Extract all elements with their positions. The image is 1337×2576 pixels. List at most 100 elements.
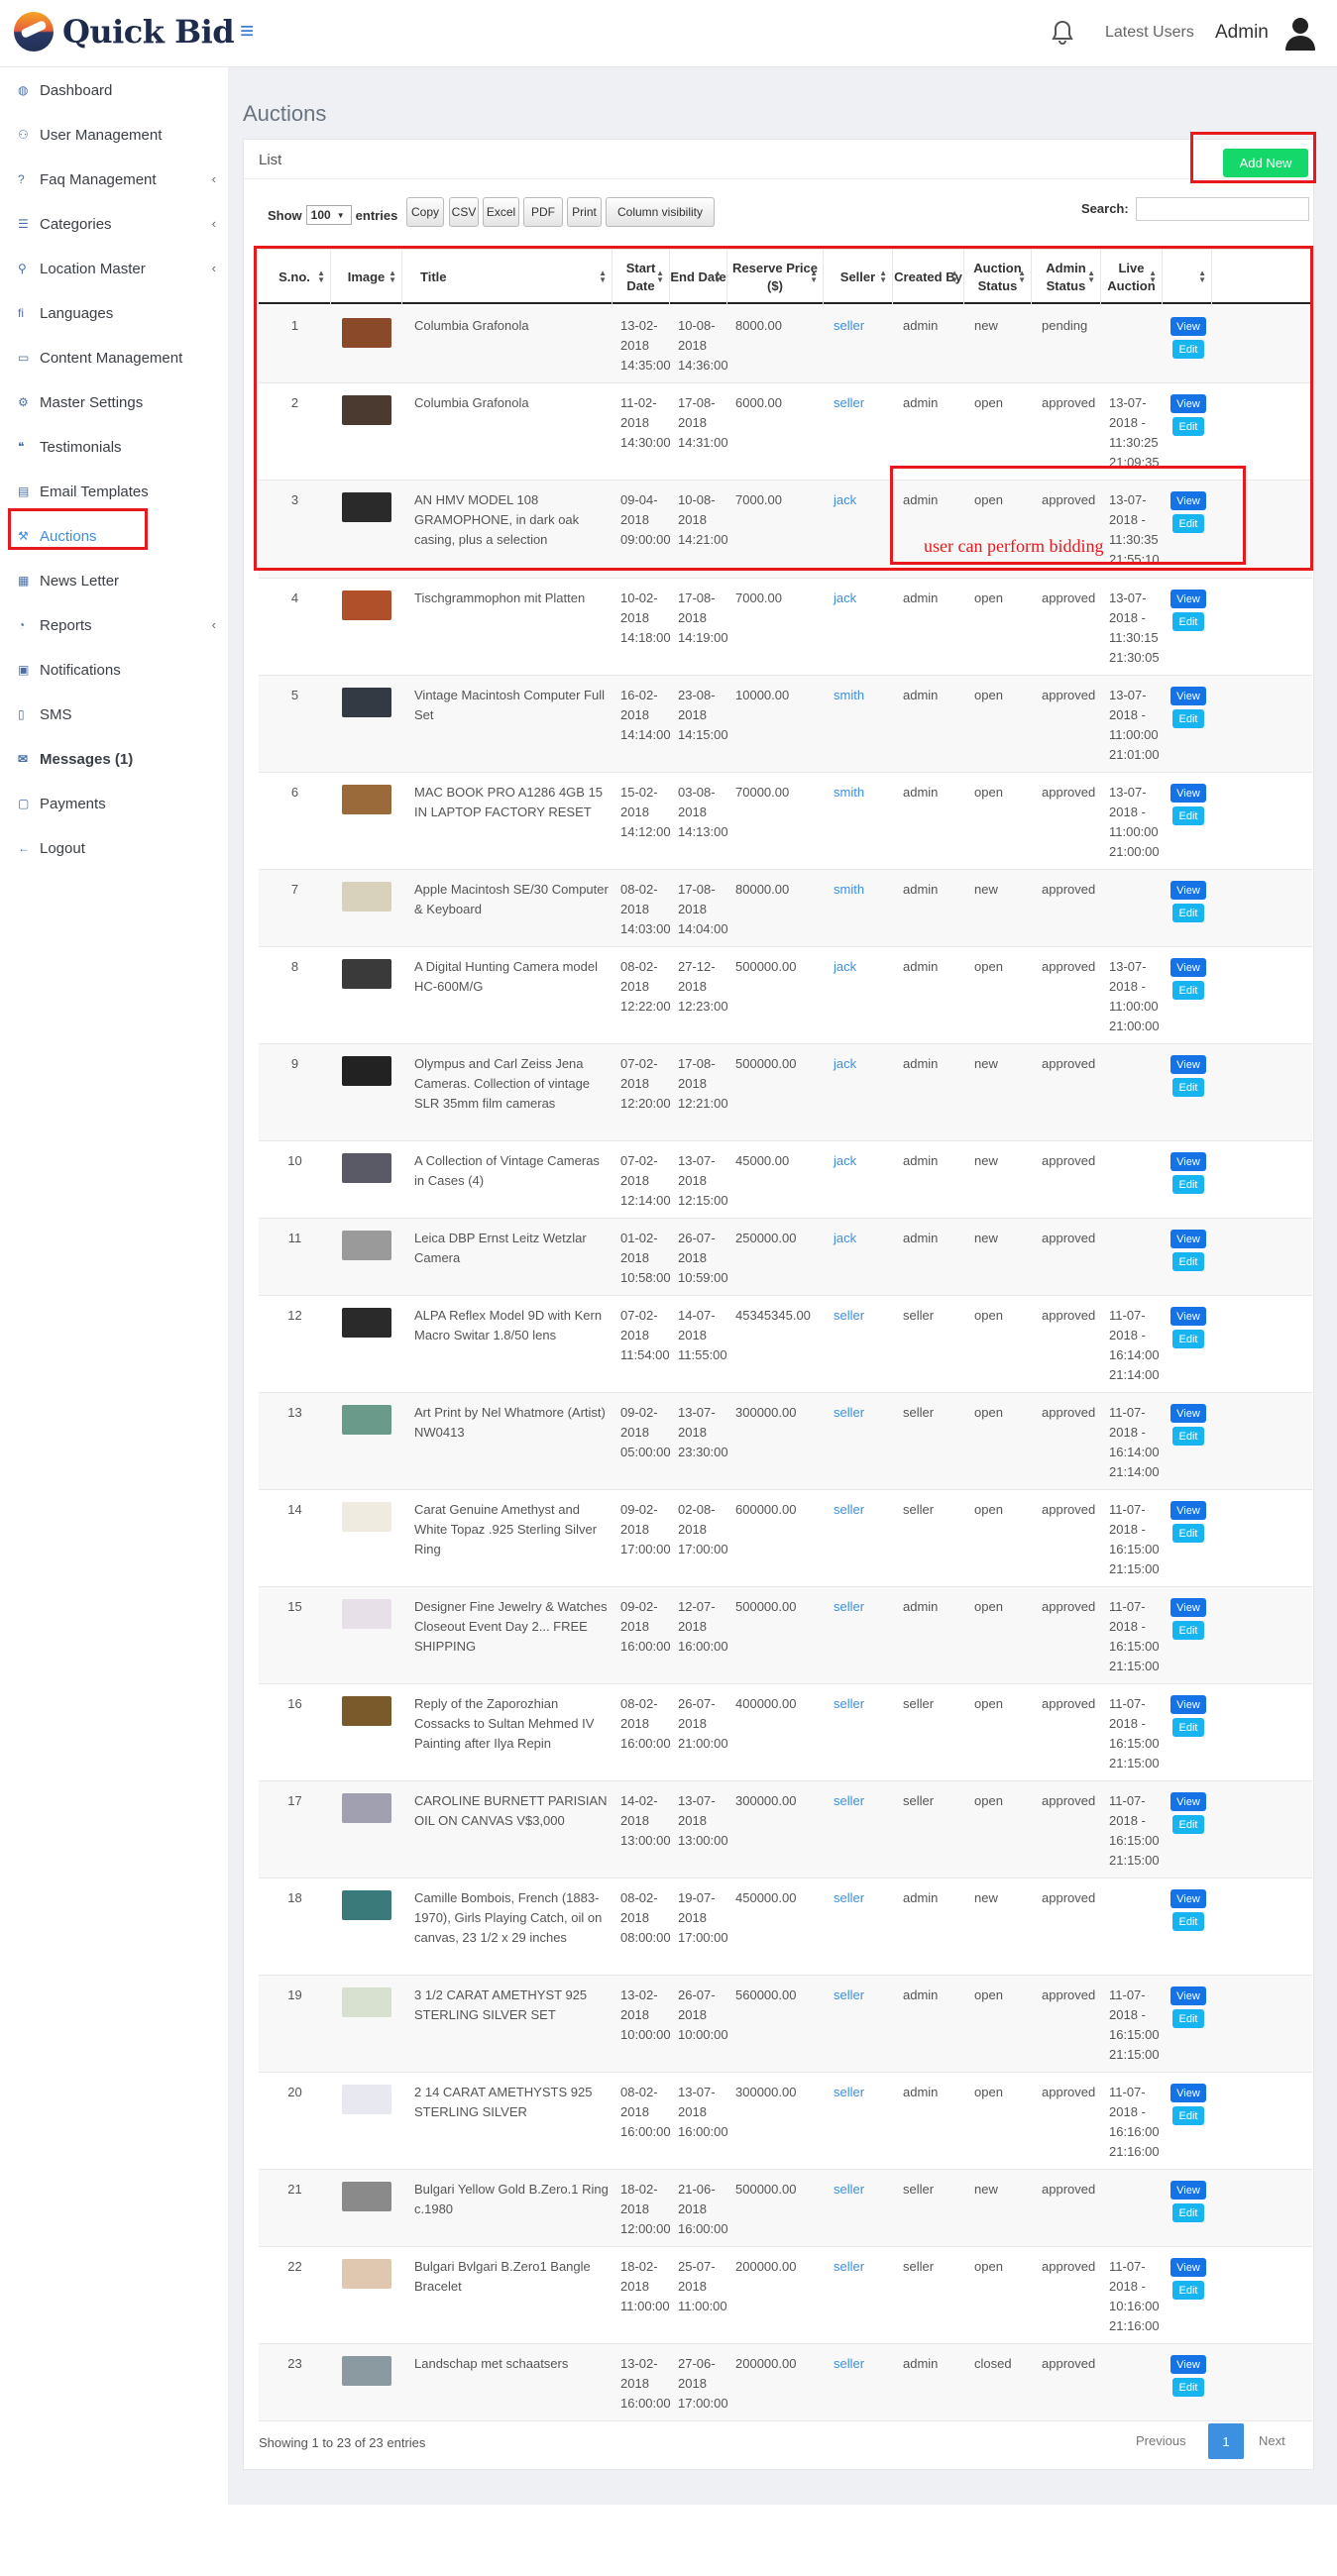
view-button[interactable]: View	[1170, 1598, 1206, 1617]
seller-link[interactable]: seller	[834, 1393, 889, 1423]
next-page-button[interactable]: Next	[1259, 2433, 1298, 2448]
sidebar-item-testimonials[interactable]: ❝ Testimonials	[18, 436, 216, 458]
sidebar-item-categories[interactable]: ☰ Categories ‹	[18, 213, 216, 235]
sidebar-item-languages[interactable]: ﬁ Languages	[18, 302, 216, 324]
edit-button[interactable]: Edit	[1172, 709, 1204, 728]
seller-link[interactable]: seller	[834, 2073, 889, 2102]
latest-users-link[interactable]: Latest Users	[1105, 24, 1194, 42]
sidebar-item-messages-1[interactable]: ✉ Messages (1)	[18, 748, 216, 770]
sidebar-item-payments[interactable]: ▢ Payments	[18, 793, 216, 814]
seller-link[interactable]: smith	[834, 676, 889, 705]
seller-link[interactable]: seller	[834, 1296, 889, 1326]
sidebar-item-location-master[interactable]: ⚲ Location Master ‹	[18, 258, 216, 279]
excel-button[interactable]: Excel	[483, 197, 519, 227]
view-button[interactable]: View	[1170, 2355, 1206, 2374]
start-date: 15-02-2018 14:12:00	[620, 785, 671, 839]
sidebar-item-logout[interactable]: ← Logout	[18, 837, 216, 859]
sidebar-item-content-management[interactable]: ▭ Content Management	[18, 347, 216, 369]
seller-link[interactable]: jack	[834, 1044, 889, 1074]
view-button[interactable]: View	[1170, 687, 1206, 705]
view-button[interactable]: View	[1170, 1230, 1206, 1248]
sidebar-item-dashboard[interactable]: ◍ Dashboard	[18, 79, 216, 101]
seller-link[interactable]: seller	[834, 1878, 889, 1908]
seller-link[interactable]: smith	[834, 870, 889, 900]
edit-button[interactable]: Edit	[1172, 1175, 1204, 1194]
edit-button[interactable]: Edit	[1172, 2281, 1204, 2300]
edit-button[interactable]: Edit	[1172, 1912, 1204, 1931]
sidebar-item-user-management[interactable]: ⚇ User Management	[18, 124, 216, 146]
column-visibility-button[interactable]: Column visibility	[606, 197, 715, 227]
sidebar-item-news-letter[interactable]: ▦ News Letter	[18, 570, 216, 591]
sidebar-item-email-templates[interactable]: ▤ Email Templates	[18, 481, 216, 502]
seller-link[interactable]: jack	[834, 579, 889, 608]
edit-button[interactable]: Edit	[1172, 806, 1204, 825]
admin-menu[interactable]: Admin	[1215, 22, 1269, 44]
user-avatar-icon[interactable]	[1282, 15, 1318, 51]
sidebar-item-reports[interactable]: ◔ Reports ‹	[18, 614, 216, 636]
view-button[interactable]: View	[1170, 1501, 1206, 1520]
seller-link[interactable]: seller	[834, 1976, 889, 2005]
seller-link[interactable]: seller	[834, 2170, 889, 2200]
sidebar-item-master-settings[interactable]: ⚙ Master Settings	[18, 391, 216, 413]
view-button[interactable]: View	[1170, 2084, 1206, 2102]
view-button[interactable]: View	[1170, 2181, 1206, 2200]
view-button[interactable]: View	[1170, 2258, 1206, 2277]
edit-button[interactable]: Edit	[1172, 612, 1204, 631]
view-button[interactable]: View	[1170, 958, 1206, 977]
edit-button[interactable]: Edit	[1172, 1524, 1204, 1543]
edit-button[interactable]: Edit	[1172, 1815, 1204, 1834]
seller-link[interactable]: jack	[834, 1219, 889, 1248]
view-button[interactable]: View	[1170, 881, 1206, 900]
edit-button[interactable]: Edit	[1172, 2203, 1204, 2222]
reserve-price: 300000.00	[735, 2085, 797, 2099]
edit-button[interactable]: Edit	[1172, 1330, 1204, 1348]
view-button[interactable]: View	[1170, 1986, 1206, 2005]
live-auction	[1109, 1141, 1159, 1151]
start-date: 08-02-2018 16:00:00	[620, 1696, 671, 1751]
view-button[interactable]: View	[1170, 784, 1206, 803]
seller-link[interactable]: jack	[834, 947, 889, 977]
print-button[interactable]: Print	[567, 197, 602, 227]
edit-button[interactable]: Edit	[1172, 1252, 1204, 1271]
view-button[interactable]: View	[1170, 590, 1206, 608]
seller-link[interactable]: seller	[834, 2247, 889, 2277]
view-button[interactable]: View	[1170, 1695, 1206, 1714]
created-by: admin	[903, 590, 939, 605]
menu-toggle-icon[interactable]: ≡	[240, 20, 254, 44]
view-button[interactable]: View	[1170, 1152, 1206, 1171]
sidebar-item-sms[interactable]: ▯ SMS	[18, 703, 216, 725]
edit-button[interactable]: Edit	[1172, 2378, 1204, 2397]
search-input[interactable]	[1136, 197, 1309, 221]
seller-link[interactable]: seller	[834, 1684, 889, 1714]
edit-button[interactable]: Edit	[1172, 981, 1204, 1000]
auction-thumbnail	[342, 2182, 391, 2211]
edit-button[interactable]: Edit	[1172, 2009, 1204, 2028]
pdf-button[interactable]: PDF	[523, 197, 563, 227]
edit-button[interactable]: Edit	[1172, 2106, 1204, 2125]
edit-button[interactable]: Edit	[1172, 1427, 1204, 1446]
logo[interactable]: Quick Bid	[14, 12, 235, 52]
view-button[interactable]: View	[1170, 1792, 1206, 1811]
seller-link[interactable]: jack	[834, 1141, 889, 1171]
edit-button[interactable]: Edit	[1172, 1621, 1204, 1640]
sidebar-item-notifications[interactable]: ▣ Notifications	[18, 659, 216, 681]
edit-button[interactable]: Edit	[1172, 904, 1204, 922]
bell-icon[interactable]	[1051, 20, 1074, 46]
seller-link[interactable]: smith	[834, 773, 889, 803]
page-1-button[interactable]: 1	[1208, 2423, 1244, 2459]
view-button[interactable]: View	[1170, 1055, 1206, 1074]
edit-button[interactable]: Edit	[1172, 1078, 1204, 1097]
csv-button[interactable]: CSV	[449, 197, 479, 227]
view-button[interactable]: View	[1170, 1889, 1206, 1908]
view-button[interactable]: View	[1170, 1307, 1206, 1326]
sidebar-item-faq-management[interactable]: ? Faq Management ‹	[18, 168, 216, 190]
page-length-select[interactable]: 100 ▼	[305, 205, 352, 225]
seller-link[interactable]: seller	[834, 1781, 889, 1811]
edit-button[interactable]: Edit	[1172, 1718, 1204, 1737]
copy-button[interactable]: Copy	[406, 197, 444, 227]
seller-link[interactable]: seller	[834, 2344, 889, 2374]
seller-link[interactable]: seller	[834, 1490, 889, 1520]
previous-page-button[interactable]: Previous	[1136, 2433, 1195, 2448]
seller-link[interactable]: seller	[834, 1587, 889, 1617]
view-button[interactable]: View	[1170, 1404, 1206, 1423]
